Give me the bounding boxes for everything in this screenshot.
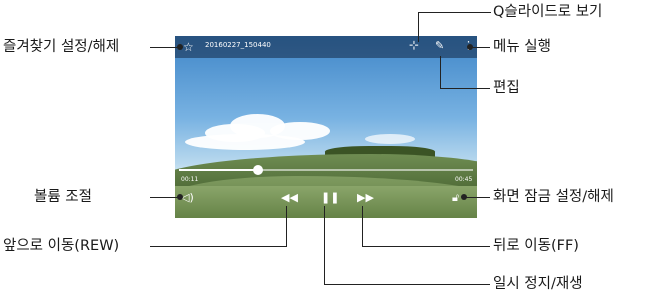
label-rewind: 앞으로 이동(REW) [3,238,120,254]
leader-line [440,88,490,89]
leader-line [150,197,180,198]
label-menu: 메뉴 실행 [493,39,551,55]
leader-line [470,47,490,48]
label-qslide: Q슬라이드로 보기 [493,4,603,20]
label-forward: 뒤로 이동(FF) [493,238,579,254]
leader-line [150,47,180,48]
label-edit: 편집 [493,80,520,96]
leader-dot [461,194,467,200]
leader-line [463,197,490,198]
pencil-icon[interactable]: ✎ [435,40,444,52]
lock-icon[interactable]: 🔓︎ [452,191,459,205]
fast-forward-icon[interactable]: ▶▶ [357,191,374,204]
leader-line [324,206,325,285]
label-favorite: 즐겨찾기 설정/해제 [3,39,120,55]
rewind-icon[interactable]: ◀◀ [281,191,298,204]
leader-line [362,246,490,247]
seek-progress [179,169,259,171]
leader-line [418,12,419,42]
label-volume: 볼륨 조절 [34,189,92,205]
time-total: 00:45 [455,176,473,183]
label-lock: 화면 잠금 설정/해제 [493,189,614,205]
leader-dot [177,44,183,50]
time-current: 00:11 [181,176,199,183]
video-player[interactable]: ☆ 20160227_150440 ⊹ ✎ ⋮ 00:11 00:45 ◁) ◀… [175,36,477,218]
leader-dot [177,194,183,200]
leader-line [362,206,363,247]
cloud [185,134,305,150]
pause-icon[interactable]: ❚❚ [321,191,339,204]
leader-line [440,56,441,89]
leader-line [286,206,287,247]
star-icon[interactable]: ☆ [183,41,194,53]
leader-line [418,12,491,13]
label-pause: 일시 정지/재생 [493,276,583,292]
cloud [365,134,415,144]
leader-dot [467,44,473,50]
video-title: 20160227_150440 [205,41,271,49]
leader-line [150,246,286,247]
leader-line [324,284,490,285]
